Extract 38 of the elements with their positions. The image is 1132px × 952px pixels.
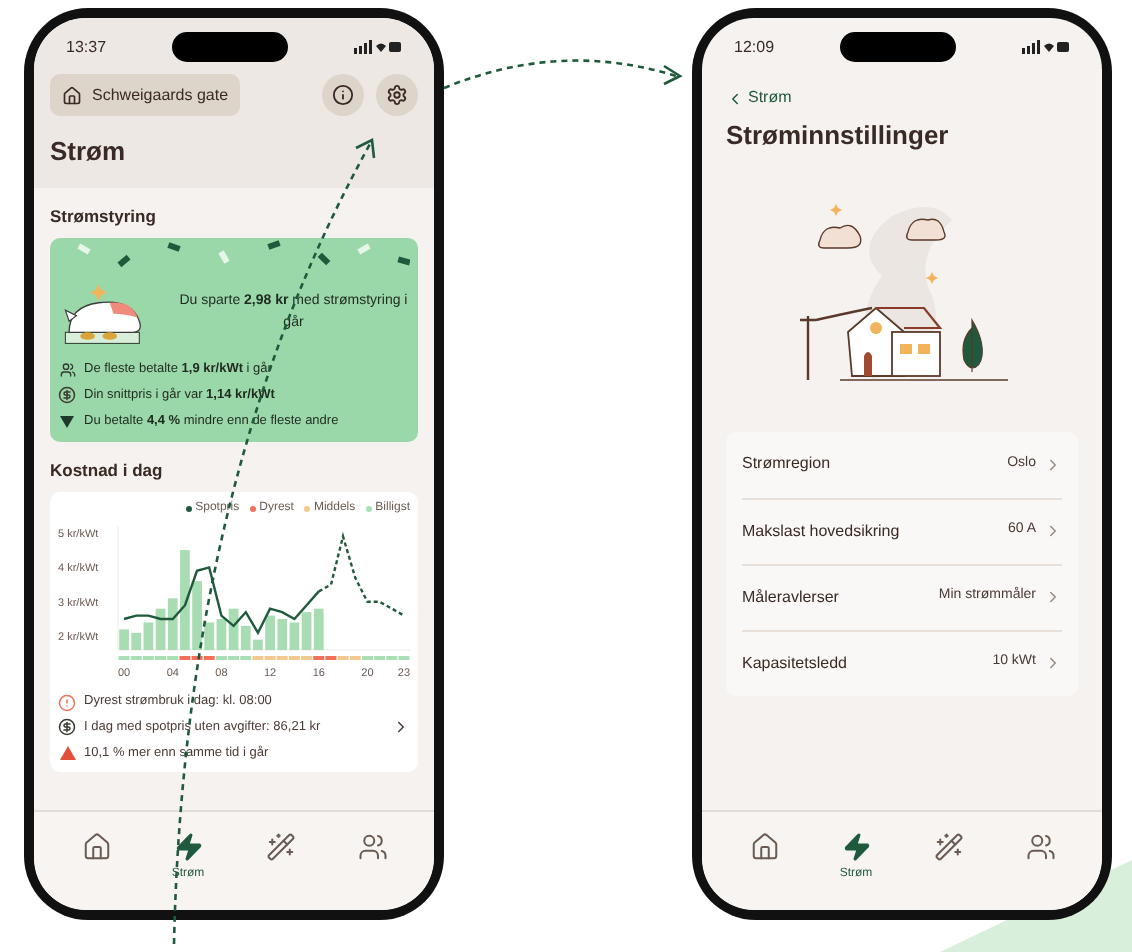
section-heading: Strømstyring [50, 203, 158, 229]
page-title: Strøm [48, 134, 128, 170]
lightning-icon [841, 832, 871, 862]
camera-notch [172, 32, 289, 62]
chevron-icon [1044, 588, 1062, 606]
home-icon [81, 832, 111, 862]
settings-icon [386, 84, 408, 106]
lightning-icon [173, 832, 203, 862]
up-triangle-icon [59, 746, 75, 761]
page-title: Strøminnstillinger [726, 118, 951, 154]
coin-icon [58, 386, 76, 405]
info-icon [332, 84, 354, 106]
coin-icon [58, 718, 76, 737]
settings-button[interactable] [376, 74, 418, 116]
chevron-icon [1044, 654, 1062, 672]
status-icons [354, 40, 402, 54]
chevron-icon [1044, 522, 1062, 540]
magic-wand-icon [933, 832, 963, 862]
home-icon [749, 832, 779, 862]
alert-icon [58, 693, 76, 712]
section-heading: Kostnad i dag [50, 457, 165, 483]
camera-notch [840, 32, 957, 62]
people-icon [1025, 832, 1055, 862]
people-icon [59, 362, 75, 379]
status-time: 13:37 [66, 35, 107, 59]
forecast-line [318, 532, 405, 618]
back-icon [726, 89, 744, 107]
location-chip[interactable]: Schweigaards gate [50, 74, 241, 116]
chevron-icon [392, 718, 410, 737]
back-link[interactable]: Strøm [726, 86, 1078, 110]
people-icon [357, 832, 387, 862]
down-triangle-icon [60, 415, 74, 428]
status-time: 12:09 [734, 35, 775, 59]
info-button[interactable] [322, 74, 364, 116]
house-icon [62, 85, 82, 105]
status-icons [1022, 40, 1070, 54]
magic-wand-icon [265, 832, 295, 862]
chevron-icon [1044, 455, 1062, 473]
